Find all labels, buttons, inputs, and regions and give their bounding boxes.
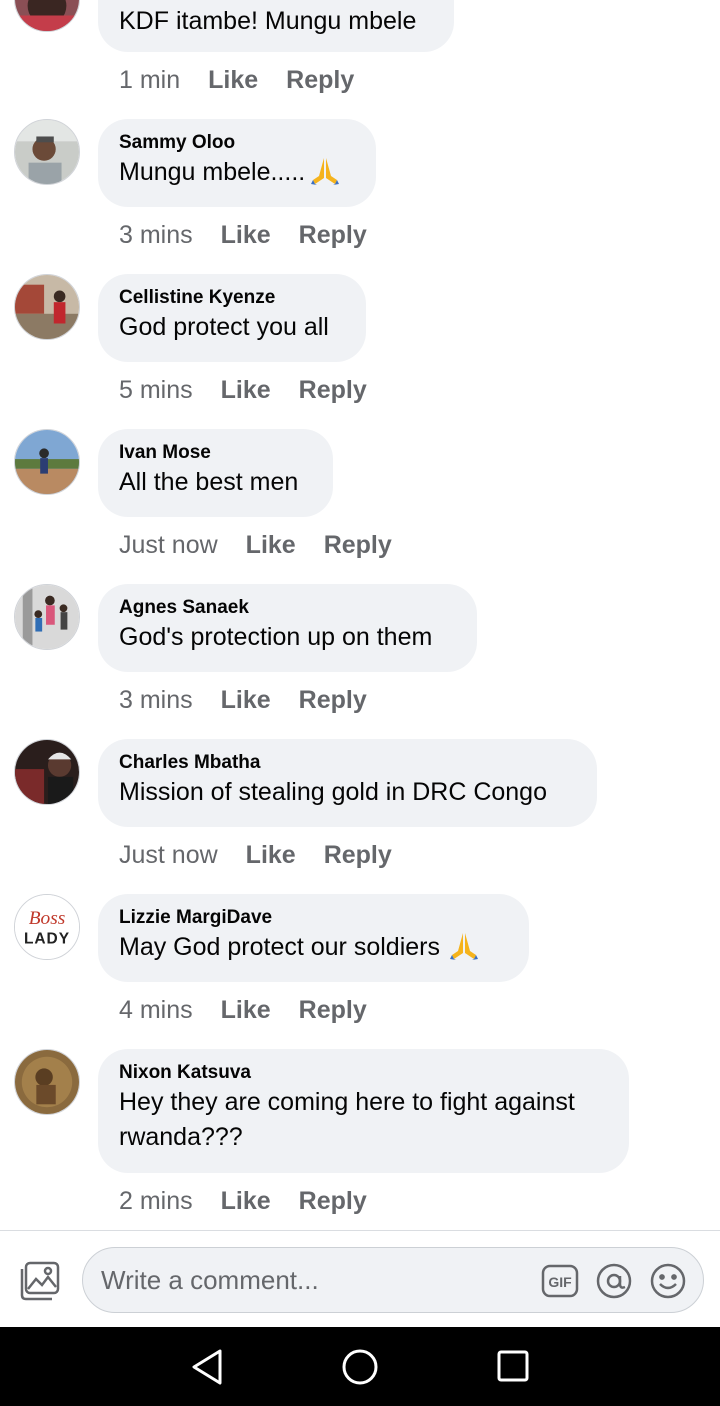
comment-actions: 1 min Like Reply (119, 65, 354, 95)
comment-author[interactable]: Lizzie MargiDave (119, 906, 508, 930)
comment-input[interactable]: Write a comment... GIF (82, 1247, 704, 1313)
reply-button[interactable]: Reply (299, 375, 367, 405)
comment-time: Just now (119, 841, 218, 869)
comment-author[interactable]: Ivan Mose (119, 441, 312, 465)
comment-actions: Just now Like Reply (119, 530, 392, 560)
comment-text-line: Hey they are coming here to fight agains… (119, 1088, 575, 1116)
svg-text:GIF: GIF (548, 1274, 572, 1290)
comment-text: Hey they are coming here to fight agains… (119, 1085, 608, 1155)
like-button[interactable]: Like (208, 65, 258, 95)
like-button[interactable]: Like (221, 1186, 271, 1216)
comment-input-placeholder[interactable]: Write a comment... (101, 1265, 319, 1296)
comment-actions: 4 mins Like Reply (119, 995, 367, 1025)
comment-text: May God protect our soldiers (119, 930, 508, 971)
recent-apps-icon[interactable] (494, 1347, 532, 1385)
comment-actions: 2 mins Like Reply (119, 1186, 367, 1216)
system-navigation-bar (0, 1327, 720, 1406)
comment-bubble[interactable]: Charles Mbatha Mission of stealing gold … (98, 739, 597, 827)
comment-time: Just now (119, 531, 218, 559)
comment-bubble[interactable]: Agnes Sanaek God's protection up on them (98, 584, 477, 672)
home-icon[interactable] (340, 1347, 380, 1387)
comment-bubble[interactable]: Sammy Oloo Mungu mbele..... (98, 119, 376, 207)
mention-icon[interactable] (595, 1262, 633, 1300)
avatar[interactable] (14, 0, 80, 32)
comment-text: God's protection up on them (119, 623, 433, 651)
like-button[interactable]: Like (221, 995, 271, 1025)
gif-icon[interactable]: GIF (541, 1263, 579, 1299)
avatar[interactable] (14, 584, 80, 650)
folded-hands-emoji (309, 156, 341, 196)
comment-bubble[interactable]: KDF itambe! Mungu mbele (98, 0, 454, 52)
like-button[interactable]: Like (221, 685, 271, 715)
comment-author[interactable]: Sammy Oloo (119, 131, 355, 155)
comment-time: 2 mins (119, 1187, 193, 1215)
comment-text-line: rwanda??? (119, 1123, 243, 1151)
like-button[interactable]: Like (246, 840, 296, 870)
reply-button[interactable]: Reply (299, 685, 367, 715)
comment-bubble[interactable]: Cellistine Kyenze God protect you all (98, 274, 366, 362)
comment-text: Mungu mbele..... (119, 155, 355, 196)
comment-composer: Write a comment... GIF (0, 1230, 720, 1328)
comment-text: Mission of stealing gold in DRC Congo (119, 778, 547, 806)
comment-time: 3 mins (119, 686, 193, 714)
reply-button[interactable]: Reply (286, 65, 354, 95)
comment-author[interactable]: Nixon Katsuva (119, 1061, 608, 1085)
avatar[interactable] (14, 429, 80, 495)
comment-time: 3 mins (119, 221, 193, 249)
like-button[interactable]: Like (221, 220, 271, 250)
comment-author[interactable]: Cellistine Kyenze (119, 286, 345, 310)
comment-text: All the best men (119, 468, 299, 496)
like-button[interactable]: Like (246, 530, 296, 560)
avatar[interactable]: Boss LADY (14, 894, 80, 960)
avatar[interactable] (14, 1049, 80, 1115)
comment-time: 4 mins (119, 996, 193, 1024)
comment-bubble[interactable]: Nixon Katsuva Hey they are coming here t… (98, 1049, 629, 1173)
comment-bubble[interactable]: Lizzie MargiDave May God protect our sol… (98, 894, 529, 982)
like-button[interactable]: Like (221, 375, 271, 405)
reply-button[interactable]: Reply (324, 530, 392, 560)
comment-text: KDF itambe! Mungu mbele (119, 7, 417, 35)
comment-time: 5 mins (119, 376, 193, 404)
avatar[interactable] (14, 739, 80, 805)
comment-time: 1 min (119, 66, 181, 94)
comment-author[interactable]: Agnes Sanaek (119, 596, 456, 620)
reply-button[interactable]: Reply (299, 220, 367, 250)
reply-button[interactable]: Reply (299, 1186, 367, 1216)
folded-hands-emoji (448, 931, 480, 971)
boss-lady-logo: Boss (29, 908, 66, 929)
reply-button[interactable]: Reply (324, 840, 392, 870)
comment-bubble[interactable]: Ivan Mose All the best men (98, 429, 333, 517)
photo-icon[interactable] (18, 1261, 62, 1301)
comment-actions: 5 mins Like Reply (119, 375, 367, 405)
comment-actions: 3 mins Like Reply (119, 220, 367, 250)
comment-actions: 3 mins Like Reply (119, 685, 367, 715)
comment-actions: Just now Like Reply (119, 840, 392, 870)
reply-button[interactable]: Reply (299, 995, 367, 1025)
avatar[interactable] (14, 274, 80, 340)
avatar[interactable] (14, 119, 80, 185)
back-icon[interactable] (188, 1347, 228, 1387)
emoji-icon[interactable] (649, 1262, 687, 1300)
comment-text: God protect you all (119, 313, 329, 341)
comment-author[interactable]: Charles Mbatha (119, 751, 576, 775)
boss-lady-logo: LADY (24, 930, 70, 947)
